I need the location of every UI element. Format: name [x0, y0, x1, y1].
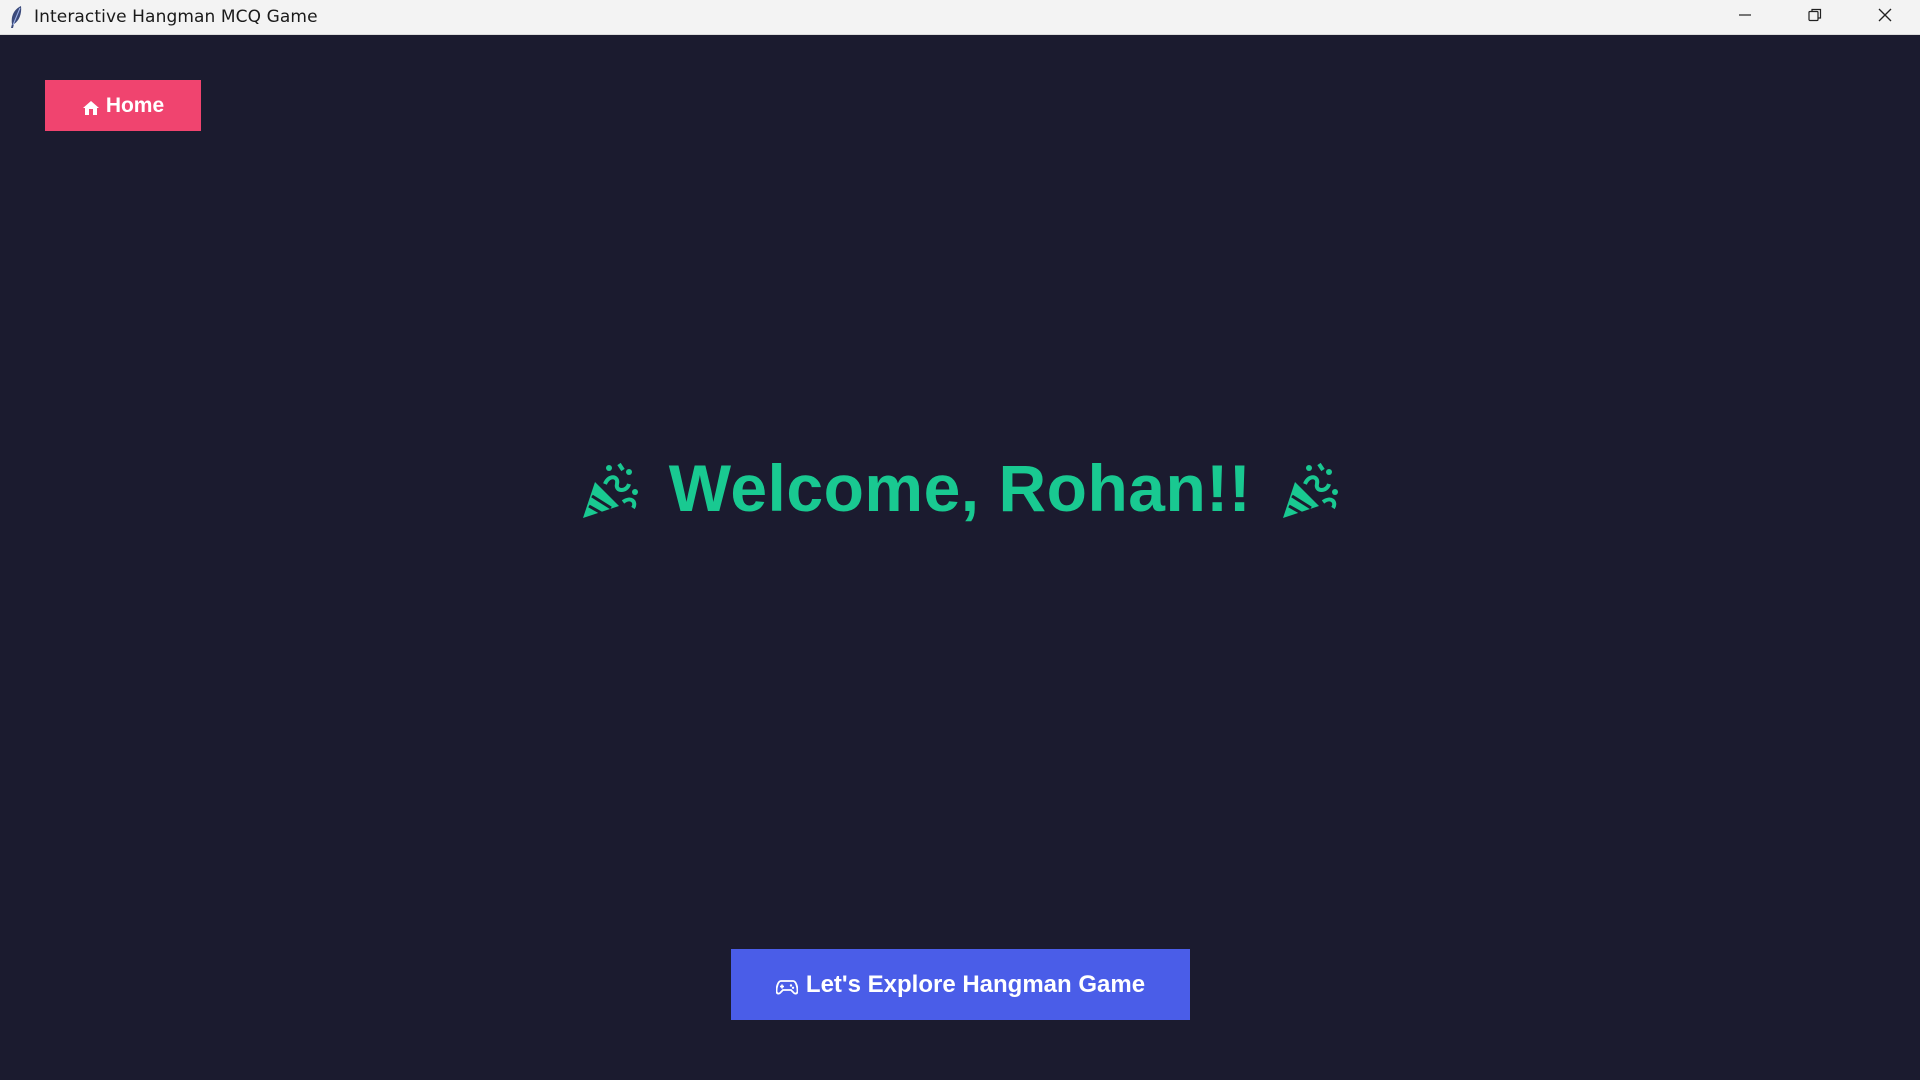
party-popper-icon: [1279, 462, 1341, 520]
feather-icon: [6, 5, 26, 29]
window-titlebar: Interactive Hangman MCQ Game: [0, 0, 1920, 35]
house-icon: [82, 100, 100, 116]
welcome-banner: Welcome, Rohan!!: [0, 450, 1920, 526]
home-button[interactable]: Home: [45, 80, 201, 131]
game-controller-icon: [775, 979, 798, 995]
close-icon: [1877, 7, 1893, 28]
window-controls: [1710, 0, 1920, 35]
window-title: Interactive Hangman MCQ Game: [34, 7, 318, 27]
main-content: Home Welcome, Rohan!! Let's Explore Hang…: [0, 35, 1920, 1080]
explore-button-label: Let's Explore Hangman Game: [805, 970, 1146, 998]
explore-hangman-button[interactable]: Let's Explore Hangman Game: [731, 949, 1190, 1020]
restore-button[interactable]: [1780, 0, 1850, 35]
minimize-icon: [1738, 8, 1752, 27]
welcome-heading: Welcome, Rohan!!: [668, 451, 1252, 525]
party-popper-icon: [579, 462, 641, 520]
minimize-button[interactable]: [1710, 0, 1780, 35]
home-button-label: Home: [105, 93, 165, 117]
restore-icon: [1808, 8, 1822, 27]
close-button[interactable]: [1850, 0, 1920, 35]
